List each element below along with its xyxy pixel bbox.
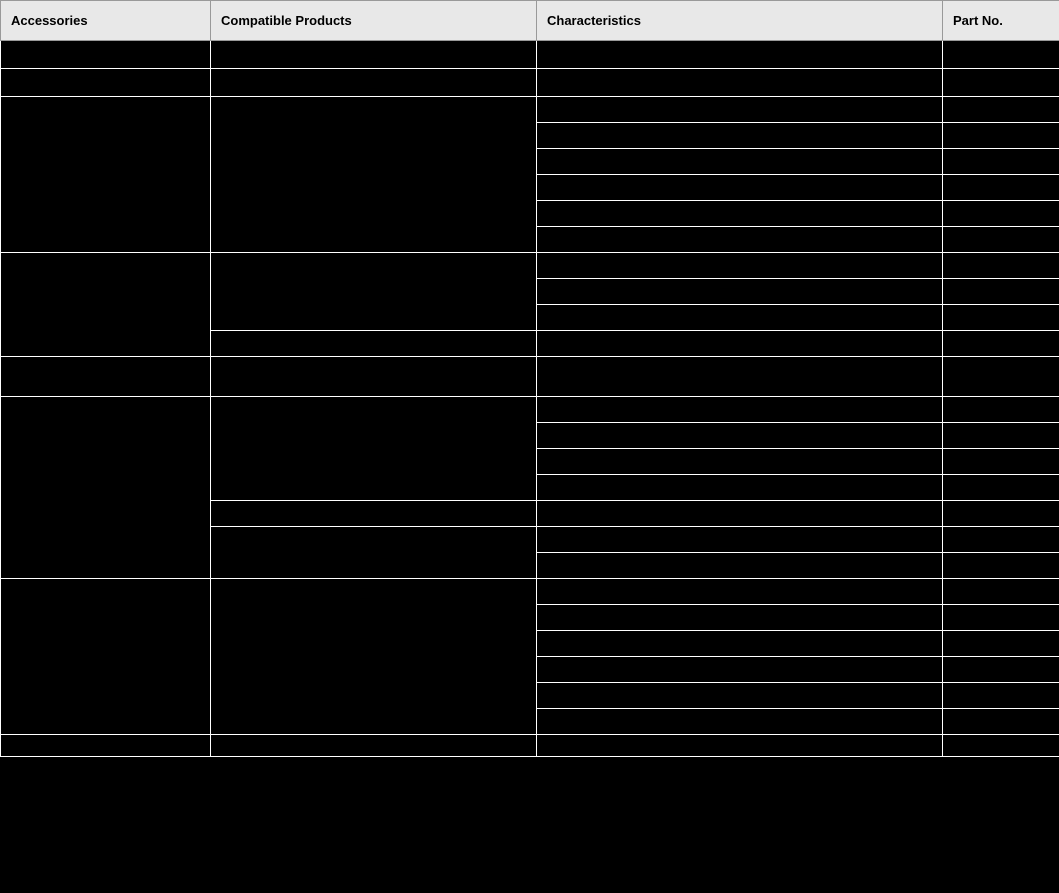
cell-char [537,69,943,97]
cell-part [943,69,1059,97]
table-row [1,97,1059,123]
cell-compatible [211,97,537,253]
cell-accessories [1,357,211,397]
cell-char [537,331,943,357]
cell-char [537,527,943,553]
cell-part [943,123,1059,149]
cell-part [943,605,1059,631]
cell-part [943,279,1059,305]
table-row [1,579,1059,605]
cell-char [537,279,943,305]
cell-char [537,149,943,175]
table-row [1,397,1059,423]
cell-accessories [1,579,211,735]
header-part-no: Part No. [943,1,1059,41]
cell-char [537,605,943,631]
cell-part [943,357,1059,397]
cell-part [943,149,1059,175]
cell-part [943,331,1059,357]
cell-char [537,305,943,331]
cell-char [537,423,943,449]
header-accessories: Accessories [1,1,211,41]
cell-accessories [1,253,211,357]
cell-char [537,227,943,253]
cell-char [537,449,943,475]
cell-char [537,175,943,201]
cell-char [537,253,943,279]
cell-char [537,709,943,735]
cell-accessories [1,41,211,69]
cell-char [537,357,943,397]
cell-char [537,631,943,657]
cell-compatible [211,397,537,501]
table-row [1,41,1059,69]
cell-compatible [211,579,537,735]
cell-part [943,709,1059,735]
cell-char [537,123,943,149]
cell-part [943,553,1059,579]
cell-part [943,305,1059,331]
cell-part [943,735,1059,757]
cell-part [943,41,1059,69]
cell-compatible [211,69,537,97]
cell-compatible [211,357,537,397]
cell-part [943,501,1059,527]
cell-accessories [1,69,211,97]
cell-part [943,683,1059,709]
table-row [1,357,1059,397]
cell-char [537,97,943,123]
cell-part [943,527,1059,553]
cell-accessories [1,397,211,579]
cell-char [537,397,943,423]
cell-compatible [211,331,537,357]
cell-char [537,553,943,579]
cell-compatible [211,253,537,331]
cell-char [537,475,943,501]
cell-accessories [1,735,211,757]
cell-compatible [211,41,537,69]
cell-part [943,631,1059,657]
cell-part [943,201,1059,227]
cell-part [943,175,1059,201]
table-row [1,69,1059,97]
cell-part [943,227,1059,253]
cell-char [537,657,943,683]
cell-part [943,475,1059,501]
header-characteristics: Characteristics [537,1,943,41]
cell-compatible [211,527,537,579]
cell-char [537,41,943,69]
cell-char [537,579,943,605]
cell-part [943,397,1059,423]
cell-part [943,579,1059,605]
cell-part [943,97,1059,123]
cell-part [943,449,1059,475]
header-compatible-products: Compatible Products [211,1,537,41]
cell-part [943,253,1059,279]
cell-part [943,657,1059,683]
cell-compatible [211,735,537,757]
cell-accessories [1,97,211,253]
table-row [1,735,1059,757]
cell-char [537,683,943,709]
cell-char [537,201,943,227]
cell-char [537,735,943,757]
cell-compatible [211,501,537,527]
cell-char [537,501,943,527]
table-row [1,253,1059,279]
cell-part [943,423,1059,449]
